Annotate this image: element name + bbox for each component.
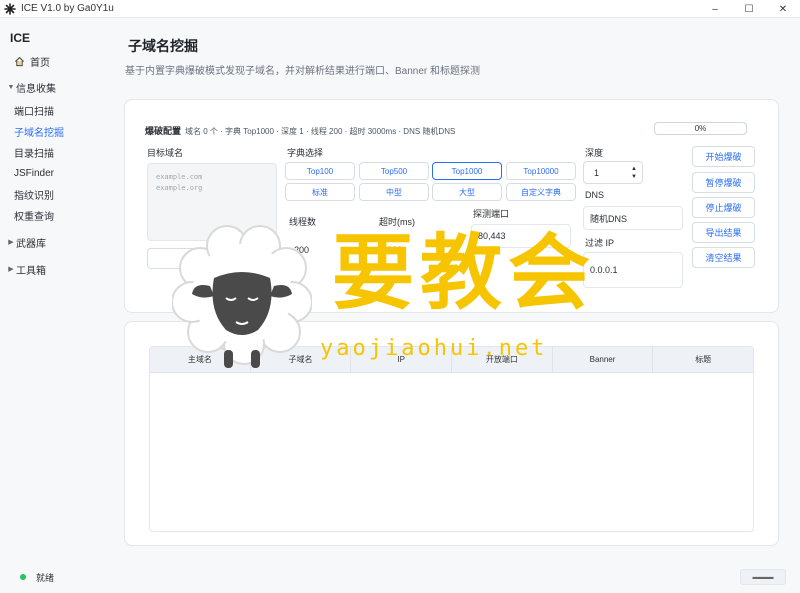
sidebar-item-label: 端口扫描 [14, 106, 54, 118]
close-icon[interactable]: ✕ [766, 0, 800, 18]
threads-label: 线程数 [289, 217, 317, 227]
sidebar-item-home[interactable]: 首页 [0, 53, 50, 69]
caret-right-icon: ▶ [8, 239, 14, 246]
status-indicator [20, 574, 26, 580]
table-header: 主域名 子域名 IP 开放端口 Banner 标题 [150, 347, 753, 373]
sidebar-item-port-scan[interactable]: 端口扫描 [14, 102, 54, 118]
depth-value: 1 [594, 167, 600, 178]
clear-results-button[interactable]: 清空结果 [692, 247, 755, 268]
depth-label: 深度 [585, 148, 604, 158]
dict-label: 字典选择 [287, 148, 324, 158]
sidebar-group-label: 武器库 [16, 238, 46, 250]
threads-input[interactable]: 200 [287, 236, 367, 264]
ports-label: 探测端口 [473, 209, 510, 219]
sidebar-group-info[interactable]: ▼ 信息收集 [0, 79, 56, 95]
config-summary: 域名 0 个 · 字典 Top1000 · 深度 1 · 线程 200 · 超时… [185, 127, 456, 136]
sidebar-group-label: 信息收集 [16, 83, 56, 95]
page-description: 基于内置字典爆破模式发现子域名，并对解析结果进行端口、Banner 和标题探测 [125, 66, 481, 77]
dict-top10000-button[interactable]: Top10000 [506, 162, 576, 180]
dns-label: DNS [585, 190, 605, 200]
maximize-icon[interactable]: ☐ [732, 0, 766, 18]
stepper-arrows-icon[interactable]: ▲ ▼ [631, 165, 637, 181]
sidebar-item-fingerprint[interactable]: 指纹识别 [14, 186, 54, 202]
dict-top100-button[interactable]: Top100 [285, 162, 355, 180]
sidebar-item-label: 首页 [30, 57, 50, 69]
dns-select[interactable]: 随机DNS [583, 206, 683, 230]
page-title: 子域名挖掘 [128, 38, 198, 54]
sidebar-item-jsfinder[interactable]: JSFinder [14, 165, 54, 181]
export-results-button[interactable]: 导出结果 [692, 222, 755, 243]
corner-button[interactable]: ▬▬▬ [740, 569, 786, 585]
sidebar-item-label: 指纹识别 [14, 190, 54, 202]
pause-bruteforce-button[interactable]: 暂停爆破 [692, 172, 755, 193]
brand-title: ICE [10, 31, 31, 45]
target-domains-input[interactable]: example.com example.org [147, 163, 277, 241]
dict-top1000-button[interactable]: Top1000 [432, 162, 502, 180]
progress-bar: 0% [654, 122, 747, 135]
progress-label: 0% [694, 124, 707, 133]
corner-dots-icon: ▬▬▬ [752, 573, 774, 581]
window-title: ICE V1.0 by Ga0Y1u [21, 3, 114, 14]
column-header[interactable]: Banner [553, 347, 654, 372]
dict-custom-button[interactable]: 自定义字典 [506, 183, 576, 201]
sidebar-item-label: 权重查询 [14, 211, 54, 223]
sidebar: ICE 首页 ▼ 信息收集 端口扫描 子域名挖掘 目录扫描 JSFinder 指… [0, 18, 110, 593]
dict-top500-button[interactable]: Top500 [359, 162, 429, 180]
status-text: 就绪 [36, 573, 55, 583]
sidebar-group-label: 工具箱 [16, 265, 46, 277]
sidebar-item-label: 目录扫描 [14, 148, 54, 160]
sidebar-item-weight[interactable]: 权重查询 [14, 207, 54, 223]
timeout-label: 超时(ms) [379, 217, 415, 227]
sidebar-item-label: JSFinder [14, 167, 55, 179]
sidebar-item-label: 子域名挖掘 [14, 127, 64, 139]
sidebar-item-subdomain[interactable]: 子域名挖掘 [14, 123, 64, 139]
import-domains-button[interactable]: 导入域名 [147, 248, 278, 269]
results-card: 主域名 子域名 IP 开放端口 Banner 标题 [124, 321, 779, 546]
caret-down-icon: ▼ [7, 83, 15, 91]
ports-input[interactable]: 80,443 [471, 224, 571, 248]
column-header[interactable]: IP [351, 347, 453, 372]
column-header[interactable]: 标题 [653, 347, 753, 372]
results-table: 主域名 子域名 IP 开放端口 Banner 标题 [149, 346, 754, 532]
title-bar: ICE V1.0 by Ga0Y1u – ☐ ✕ [0, 0, 800, 18]
app-logo-icon [4, 2, 16, 15]
config-card: 爆破配置 域名 0 个 · 字典 Top1000 · 深度 1 · 线程 200 … [124, 99, 779, 313]
stop-bruteforce-button[interactable]: 停止爆破 [692, 197, 755, 218]
depth-stepper[interactable]: 1 ▲ ▼ [583, 161, 643, 184]
dict-standard-button[interactable]: 标准 [285, 183, 355, 201]
column-header[interactable]: 主域名 [150, 347, 251, 372]
main-content: 子域名挖掘 基于内置字典爆破模式发现子域名，并对解析结果进行端口、Banner … [110, 18, 800, 593]
dict-large-button[interactable]: 大型 [432, 183, 502, 201]
column-header[interactable]: 子域名 [251, 347, 352, 372]
config-header: 爆破配置 域名 0 个 · 字典 Top1000 · 深度 1 · 线程 200 … [145, 124, 455, 137]
home-icon [14, 56, 25, 66]
start-bruteforce-button[interactable]: 开始爆破 [692, 146, 755, 167]
filter-ip-label: 过滤 IP [585, 238, 615, 248]
sidebar-item-dir-scan[interactable]: 目录扫描 [14, 144, 54, 160]
sidebar-group-tools[interactable]: ▶ 工具箱 [0, 261, 46, 277]
caret-right-icon: ▶ [8, 266, 14, 273]
timeout-input[interactable]: 3000 [375, 236, 455, 264]
config-title: 爆破配置 [145, 126, 182, 136]
sidebar-group-weapons[interactable]: ▶ 武器库 [0, 234, 46, 250]
column-header[interactable]: 开放端口 [452, 347, 553, 372]
dict-medium-button[interactable]: 中型 [359, 183, 429, 201]
filter-ip-input[interactable]: 0.0.0.1 [583, 252, 683, 288]
minimize-icon[interactable]: – [698, 0, 732, 18]
target-label: 目标域名 [147, 148, 184, 158]
